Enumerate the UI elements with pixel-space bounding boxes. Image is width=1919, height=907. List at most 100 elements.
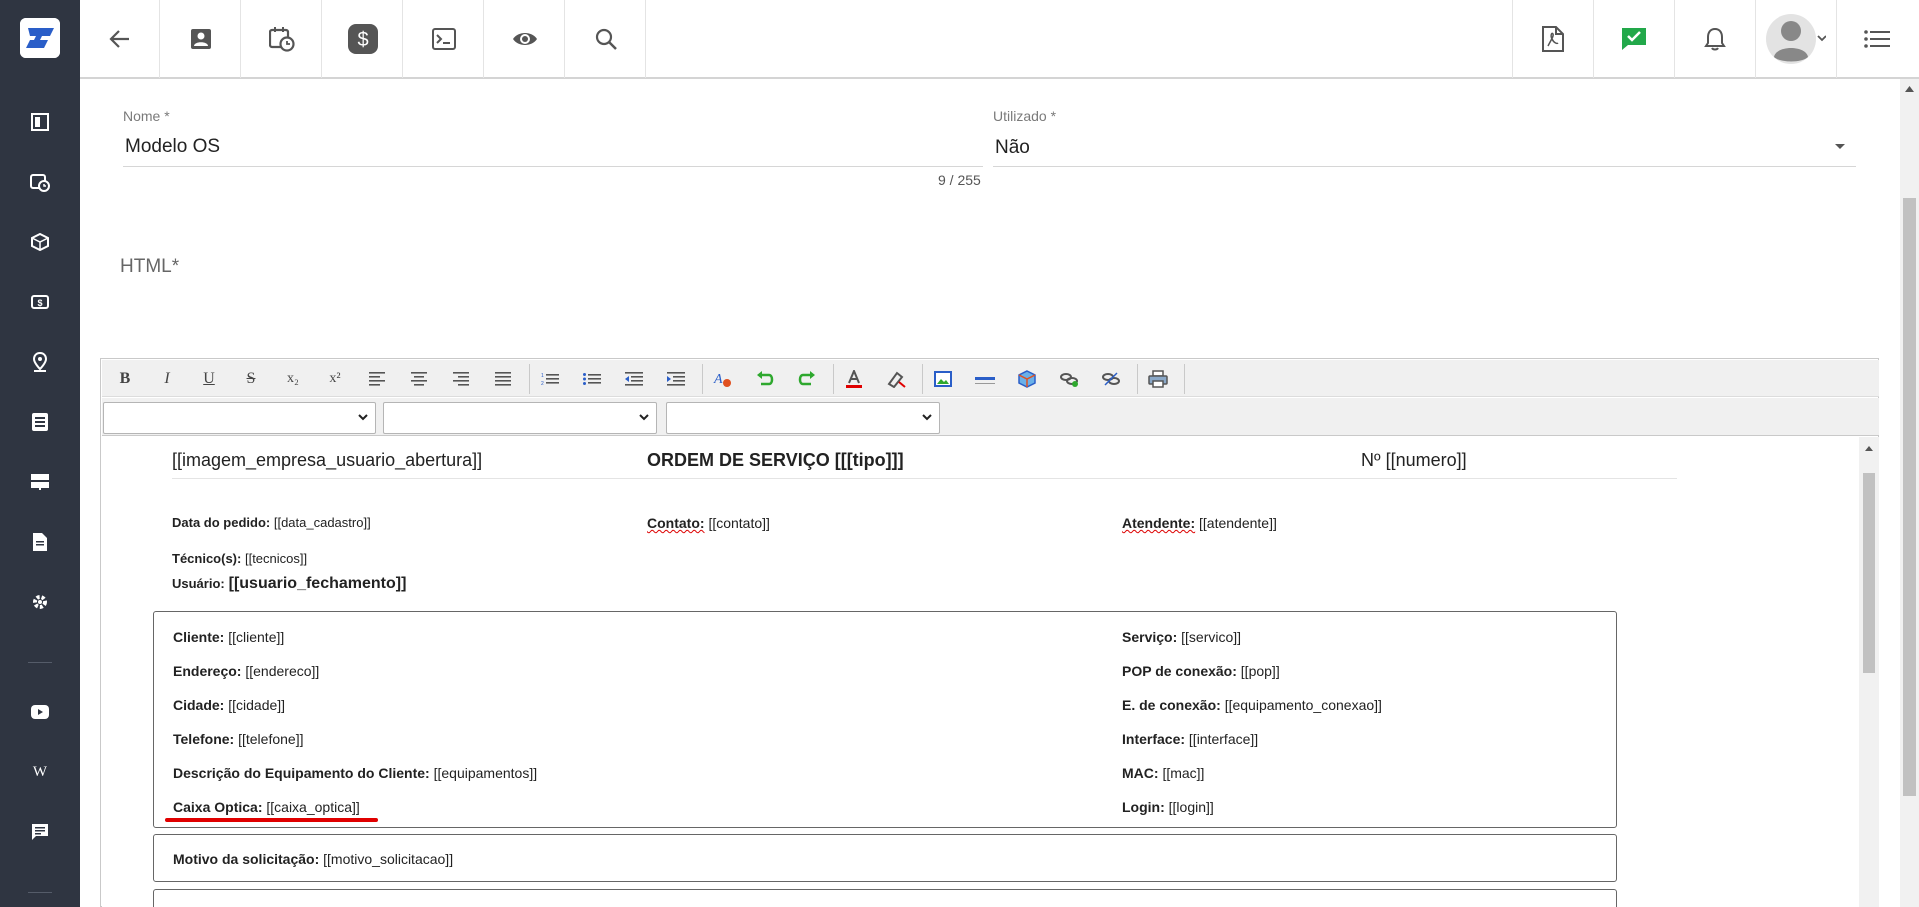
align-center-icon (411, 372, 427, 386)
page-scrollbar-thumb[interactable] (1903, 198, 1916, 796)
html-editor: B I U S x₂ x² 12 A [[imagem_empresa_usua… (100, 358, 1879, 907)
cliente-field: Cliente: [[cliente]] (173, 629, 285, 645)
strikethrough-button[interactable]: S (236, 364, 266, 394)
format-block-select[interactable] (103, 402, 376, 434)
svg-text:$: $ (37, 298, 42, 308)
indent-icon (667, 372, 685, 386)
horizontal-rule-button[interactable] (970, 364, 1000, 394)
usuario: Usuário: [[usuario_fechamento]] (172, 575, 407, 592)
user-menu-button[interactable] (1755, 0, 1835, 78)
header-divider (172, 478, 1677, 479)
svg-text:2: 2 (541, 381, 544, 386)
insert-table-button[interactable] (1012, 364, 1042, 394)
back-button[interactable] (80, 0, 160, 78)
chevron-down-icon (639, 414, 649, 421)
nome-input[interactable]: Modelo OS (125, 136, 220, 158)
calendar-clock-icon (268, 27, 295, 52)
finance-button[interactable]: $ (323, 0, 403, 78)
box-icon[interactable] (28, 230, 52, 254)
outdent-button[interactable] (619, 364, 649, 394)
highlight-underline (165, 818, 378, 822)
horizontal-rule-icon (975, 377, 995, 384)
link-icon (1060, 373, 1078, 387)
unlink-button[interactable] (1096, 364, 1126, 394)
italic-button[interactable]: I (152, 364, 182, 394)
toolbar-divider (922, 364, 923, 394)
pdf-icon (1541, 26, 1564, 52)
editor-scrollbar-thumb[interactable] (1863, 473, 1875, 673)
tecnicos: Técnico(s): [[tecnicos]] (172, 551, 308, 566)
sidebar: $ W (0, 0, 80, 907)
superscript-button[interactable]: x² (320, 364, 350, 394)
highlight-icon (887, 371, 906, 388)
chevron-down-icon (922, 414, 932, 421)
scroll-up-icon (1865, 446, 1873, 451)
map-pin-icon[interactable] (28, 350, 52, 374)
calendar-clock-icon[interactable] (28, 170, 52, 194)
editor-scrollbar[interactable] (1859, 437, 1879, 907)
redo-icon (798, 371, 815, 386)
indent-button[interactable] (661, 364, 691, 394)
subscript-button[interactable]: x₂ (278, 364, 308, 394)
insert-image-button[interactable] (928, 364, 958, 394)
highlight-button[interactable] (881, 364, 911, 394)
underline-button[interactable]: U (194, 364, 224, 394)
align-right-button[interactable] (446, 364, 476, 394)
print-icon (1148, 370, 1168, 388)
youtube-icon[interactable] (28, 700, 52, 724)
svg-text:1: 1 (541, 373, 544, 379)
font-size-select[interactable] (666, 402, 940, 434)
wikipedia-icon[interactable]: W (28, 760, 52, 784)
caixa-optica-field: Caixa Optica: [[caixa_optica]] (173, 799, 360, 815)
print-button[interactable] (1143, 364, 1173, 394)
chevron-down-icon[interactable] (1834, 143, 1846, 151)
eye-icon (512, 33, 537, 45)
money-icon[interactable]: $ (28, 290, 52, 314)
motivo-field: Motivo da solicitação: [[motivo_solicita… (173, 851, 454, 867)
utilizado-label: Utilizado * (993, 108, 1057, 124)
justify-button[interactable] (488, 364, 518, 394)
search-button[interactable] (566, 0, 646, 78)
redo-button[interactable] (792, 364, 822, 394)
ordered-list-button[interactable]: 12 (535, 364, 565, 394)
remove-format-icon: A (713, 372, 731, 387)
notifications-button[interactable] (1674, 0, 1754, 78)
app-logo[interactable] (20, 18, 60, 58)
text-color-icon (846, 370, 862, 388)
contact-card-button[interactable] (161, 0, 241, 78)
font-family-select[interactable] (383, 402, 657, 434)
main-menu-button[interactable] (1836, 0, 1916, 78)
tasks-button[interactable] (1593, 0, 1673, 78)
scroll-up-icon (1905, 86, 1914, 92)
align-center-button[interactable] (404, 364, 434, 394)
bullet-list-button[interactable] (577, 364, 607, 394)
editor-content[interactable]: [[imagem_empresa_usuario_abertura]] ORDE… (102, 437, 1859, 907)
text-color-button[interactable] (839, 364, 869, 394)
server-icon[interactable] (28, 470, 52, 494)
terminal-button[interactable] (404, 0, 484, 78)
html-label: HTML* (120, 256, 180, 277)
back-icon (108, 30, 129, 48)
header-left-placeholder: [[imagem_empresa_usuario_abertura]] (172, 450, 483, 470)
toolbar-divider (833, 364, 834, 394)
utilizado-select[interactable]: Não (995, 137, 1030, 159)
svg-text:$: $ (357, 29, 368, 51)
align-right-icon (453, 372, 469, 386)
document-icon[interactable] (28, 530, 52, 554)
chat-icon[interactable] (28, 820, 52, 844)
check-chat-icon (1621, 28, 1646, 50)
image-icon (934, 371, 952, 387)
list-icon[interactable] (28, 410, 52, 434)
remove-format-button[interactable]: A (708, 364, 738, 394)
insert-link-button[interactable] (1054, 364, 1084, 394)
gear-icon[interactable] (28, 590, 52, 614)
dashboard-icon[interactable] (28, 110, 52, 134)
pdf-button[interactable] (1512, 0, 1592, 78)
schedule-button[interactable] (242, 0, 322, 78)
bold-button[interactable]: B (110, 364, 140, 394)
undo-button[interactable] (750, 364, 780, 394)
client-info-box (153, 611, 1617, 828)
justify-icon (495, 372, 511, 386)
align-left-button[interactable] (362, 364, 392, 394)
view-button[interactable] (485, 0, 565, 78)
